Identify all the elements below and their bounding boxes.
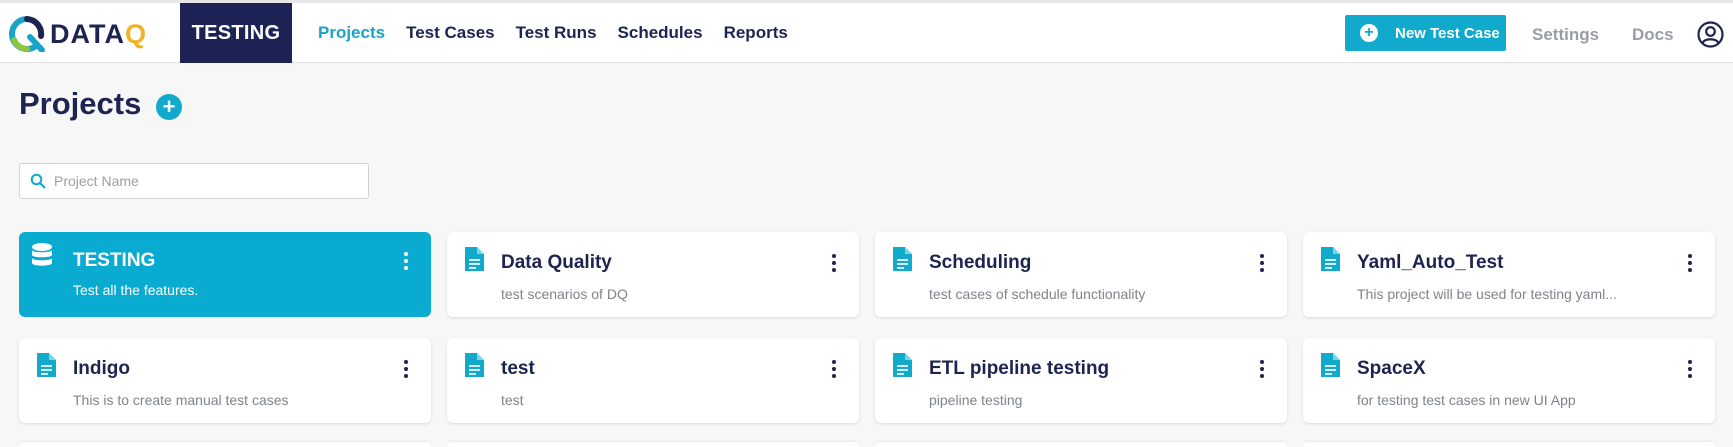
more-options-icon[interactable] [1259, 360, 1265, 380]
settings-link[interactable]: Settings [1532, 25, 1599, 45]
document-icon [1321, 353, 1340, 377]
project-description: for testing test cases in new UI App [1357, 392, 1576, 408]
new-test-case-button[interactable]: + New Test Case [1345, 15, 1506, 51]
database-icon [32, 243, 52, 266]
document-icon [37, 353, 56, 377]
project-name: Indigo [73, 358, 130, 379]
project-card[interactable]: Yaml_Auto_Test This project will be used… [1303, 232, 1715, 317]
more-options-icon[interactable] [1687, 360, 1693, 380]
project-name: Data Quality [501, 252, 612, 273]
project-name: SpaceX [1357, 358, 1426, 379]
document-icon [1321, 247, 1340, 271]
project-search [19, 163, 369, 199]
user-avatar-icon[interactable] [1697, 21, 1724, 48]
document-icon [465, 353, 484, 377]
project-card-partial[interactable] [19, 442, 431, 447]
project-name: Scheduling [929, 252, 1032, 273]
more-options-icon[interactable] [831, 254, 837, 274]
nav-test-cases[interactable]: Test Cases [406, 23, 495, 43]
document-icon [893, 353, 912, 377]
project-card[interactable]: SpaceX for testing test cases in new UI … [1303, 338, 1715, 423]
project-card[interactable]: test test [447, 338, 859, 423]
project-name: TESTING [73, 250, 156, 271]
plus-circle-icon: + [1360, 24, 1378, 42]
project-card[interactable]: ETL pipeline testing pipeline testing [875, 338, 1287, 423]
project-description: This is to create manual test cases [73, 392, 289, 408]
more-options-icon[interactable] [831, 360, 837, 380]
document-icon [465, 247, 484, 271]
project-search-input[interactable] [54, 173, 344, 189]
document-icon [893, 247, 912, 271]
dataq-logo[interactable]: DATAQ [8, 16, 147, 52]
nav-projects[interactable]: Projects [318, 23, 385, 43]
project-description: pipeline testing [929, 392, 1023, 408]
project-description: test scenarios of DQ [501, 286, 628, 302]
project-card[interactable]: Scheduling test cases of schedule functi… [875, 232, 1287, 317]
project-name: test [501, 358, 535, 379]
project-card-partial[interactable] [1303, 442, 1715, 447]
project-card[interactable]: Indigo This is to create manual test cas… [19, 338, 431, 423]
more-options-icon[interactable] [1687, 254, 1693, 274]
project-name: ETL pipeline testing [929, 358, 1110, 379]
main-nav: Projects Test Cases Test Runs Schedules … [318, 3, 809, 63]
project-description: Test all the features. [73, 282, 199, 298]
project-card[interactable]: Data Quality test scenarios of DQ [447, 232, 859, 317]
page-title: Projects [19, 86, 142, 121]
project-card[interactable]: TESTING Test all the features. [19, 232, 431, 317]
new-test-case-label: New Test Case [1395, 24, 1500, 42]
more-options-icon[interactable] [403, 360, 409, 380]
project-card-partial[interactable] [447, 442, 859, 447]
nav-schedules[interactable]: Schedules [618, 23, 703, 43]
more-options-icon[interactable] [1259, 254, 1265, 274]
nav-reports[interactable]: Reports [724, 23, 788, 43]
docs-link[interactable]: Docs [1632, 25, 1674, 45]
nav-test-runs[interactable]: Test Runs [516, 23, 597, 43]
project-description: test [501, 392, 524, 408]
logo-text: DATAQ [50, 18, 147, 49]
project-name: Yaml_Auto_Test [1357, 252, 1504, 273]
project-description: test cases of schedule functionality [929, 286, 1146, 302]
search-icon [30, 173, 46, 189]
logo-q-icon [9, 16, 45, 52]
top-header: DATAQ TESTING Projects Test Cases Test R… [0, 3, 1733, 63]
more-options-icon[interactable] [403, 252, 409, 272]
add-project-button[interactable]: + [156, 94, 182, 120]
project-card-partial[interactable] [875, 442, 1287, 447]
project-description: This project will be used for testing ya… [1357, 286, 1617, 302]
workspace-badge[interactable]: TESTING [180, 3, 292, 63]
